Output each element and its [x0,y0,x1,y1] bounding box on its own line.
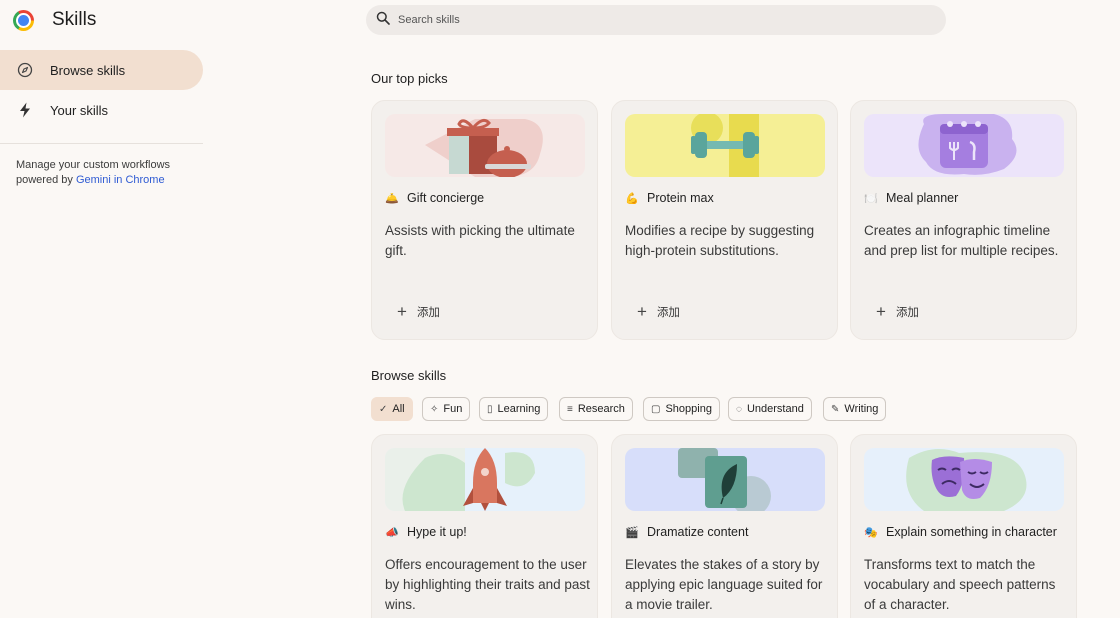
card-title: Gift concierge [407,191,485,205]
skill-card-explain-in-character[interactable]: 🎭 Explain something in character Transfo… [850,434,1077,618]
add-label: 添加 [895,306,919,319]
megaphone-icon: 📣 [385,526,399,539]
card-title: Meal planner [886,191,959,205]
card-description: Creates an infographic timeline and prep… [864,223,1059,258]
sidebar-item-label: Browse skills [50,62,126,78]
chip-label: Fun [443,403,463,415]
dumbbell-illustration [625,114,825,177]
check-icon: ✓ [379,403,388,415]
card-name-row: 📣 Hype it up! [385,525,467,539]
top-picks-title: Our top picks [371,71,448,86]
app-title: Skills [52,9,97,30]
add-button[interactable]: + 添加 [397,303,440,320]
shopping-bag-icon: ▢ [651,403,661,415]
skill-card-protein-max[interactable]: 💪 Protein max Modifies a recipe by sugge… [611,100,838,340]
chip-label: All [392,403,405,415]
card-name-row: 🛎️ Gift concierge [385,191,484,205]
card-description: Assists with picking the ultimate gift. [385,223,575,258]
clapperboard-icon: 🎬 [625,526,639,539]
skill-card-hype-it-up[interactable]: 📣 Hype it up! Offers encouragement to th… [371,434,598,618]
add-label: 添加 [416,306,440,319]
gemini-link[interactable]: Gemini in Chrome [76,174,165,186]
chip-label: Learning [497,403,541,415]
theater-masks-icon: 🎭 [864,526,878,539]
sidebar-divider [0,143,203,144]
chip-label: Understand [746,403,804,415]
add-label: 添加 [656,306,680,319]
calendar-illustration [864,114,1064,177]
card-name-row: 💪 Protein max [625,191,714,205]
chip-label: Research [577,403,625,415]
sidebar-item-browse-skills[interactable]: Browse skills [0,50,203,90]
skill-card-dramatize-content[interactable]: 🎬 Dramatize content Elevates the stakes … [611,434,838,618]
add-button[interactable]: + 添加 [876,303,919,320]
plus-icon: + [876,302,886,321]
bell-icon: 🛎️ [385,192,399,205]
pen-icon: ✎ [831,403,840,415]
card-description: Modifies a recipe by suggesting high-pro… [625,223,815,258]
skill-card-gift-concierge[interactable]: 🛎️ Gift concierge Assists with picking t… [371,100,598,340]
search-bar[interactable] [366,5,946,35]
chrome-logo-icon [13,10,34,31]
chip-label: Shopping [665,403,712,415]
skill-card-meal-planner[interactable]: 🍽️ Meal planner Creates an infographic t… [850,100,1077,340]
filter-chip-understand[interactable]: ◌ Understand [728,397,812,421]
card-name-row: 🍽️ Meal planner [864,191,958,205]
plate-cutlery-icon: 🍽️ [864,192,878,205]
filter-chip-fun[interactable]: ✧ Fun [422,397,471,421]
card-description: Transforms text to match the vocabulary … [864,557,1056,612]
card-description: Elevates the stakes of a story by applyi… [625,557,823,612]
sidebar-note: Manage your custom workflows powered by … [16,158,196,188]
gift-illustration [385,114,585,177]
party-icon: ✧ [430,403,439,415]
book-icon: ▯ [487,403,493,415]
card-title: Dramatize content [647,525,749,539]
lightbulb-icon: ◌ [736,403,742,415]
add-button[interactable]: + 添加 [637,303,680,320]
browse-skills-title: Browse skills [371,368,447,383]
filter-chip-writing[interactable]: ✎ Writing [823,397,887,421]
filter-chip-shopping[interactable]: ▢ Shopping [643,397,720,421]
card-title: Explain something in character [886,525,1057,539]
card-title: Protein max [647,191,714,205]
card-description: Offers encouragement to the user by high… [385,557,590,612]
search-icon [376,11,390,30]
scroll-quill-illustration [625,448,825,511]
research-icon: ≡ [567,403,573,415]
compass-icon [16,61,34,79]
card-title: Hype it up! [407,525,467,539]
filter-chip-research[interactable]: ≡ Research [559,397,633,421]
sidebar-item-your-skills[interactable]: Your skills [0,90,203,130]
bolt-icon [16,101,34,119]
card-name-row: 🎭 Explain something in character [864,525,1057,539]
chip-label: Writing [844,403,879,415]
plus-icon: + [637,302,647,321]
theater-masks-illustration [864,448,1064,511]
search-input[interactable] [398,14,918,26]
rocket-illustration [385,448,585,511]
filter-chip-all[interactable]: ✓ All [371,397,413,421]
sidebar-item-label: Your skills [50,102,109,118]
filter-chip-learning[interactable]: ▯ Learning [479,397,549,421]
plus-icon: + [397,302,407,321]
flexed-arm-icon: 💪 [625,192,639,205]
card-name-row: 🎬 Dramatize content [625,525,748,539]
